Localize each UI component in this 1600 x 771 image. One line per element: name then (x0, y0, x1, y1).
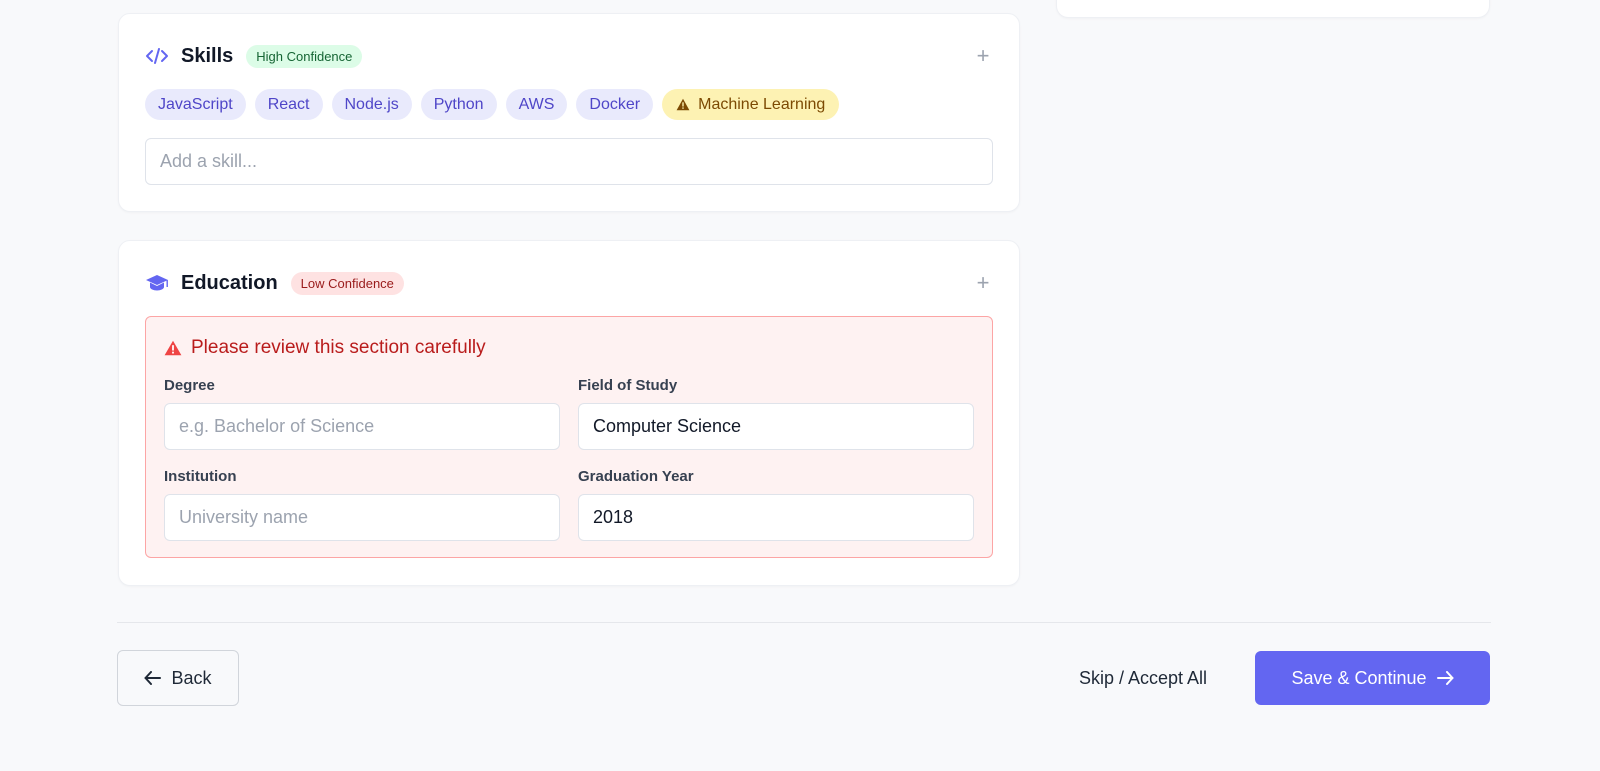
flagged-skill-label: Machine Learning (698, 95, 826, 113)
skill-chip[interactable]: React (254, 89, 323, 120)
add-skill-input[interactable] (145, 138, 993, 185)
footer-divider (117, 622, 1491, 623)
skills-header: Skills High Confidence + (145, 40, 993, 72)
add-skill-icon[interactable]: + (973, 45, 993, 67)
confidence-badge: High Confidence (246, 44, 363, 68)
alert-triangle-icon (164, 340, 182, 356)
confidence-badge: Low Confidence (290, 271, 404, 295)
review-warning: Please review this section carefully (164, 337, 486, 359)
graduation-year-input[interactable] (578, 494, 974, 541)
degree-label: Degree (164, 377, 215, 394)
field-of-study-label: Field of Study (578, 377, 678, 394)
code-icon (145, 44, 169, 68)
skill-chip[interactable]: Node.js (331, 89, 412, 120)
degree-input[interactable] (164, 403, 560, 450)
graduation-cap-icon (145, 271, 169, 295)
flagged-skill-chip[interactable]: Machine Learning (662, 89, 840, 120)
field-of-study-input[interactable] (578, 403, 974, 450)
education-title: Education (181, 271, 278, 294)
skills-section: Skills High Confidence + JavaScript Reac… (118, 13, 1020, 212)
institution-label: Institution (164, 468, 237, 485)
skill-chip-list: JavaScript React Node.js Python AWS Dock… (145, 89, 840, 120)
resume-review-page: Skills High Confidence + JavaScript Reac… (0, 0, 1600, 771)
warning-icon (676, 98, 690, 111)
institution-field: Institution (164, 468, 560, 541)
graduation-year-label: Graduation Year (578, 468, 694, 485)
back-button[interactable]: Back (117, 650, 239, 706)
education-section: Education Low Confidence + Please review… (118, 240, 1020, 586)
side-panel-card (1056, 0, 1490, 18)
arrow-left-icon (144, 671, 162, 685)
skill-chip[interactable]: AWS (505, 89, 568, 120)
skill-chip[interactable]: JavaScript (145, 89, 246, 120)
skills-title: Skills (181, 44, 234, 67)
review-warning-box: Please review this section carefully Deg… (145, 316, 993, 558)
arrow-right-icon (1436, 671, 1454, 685)
skill-chip[interactable]: Docker (576, 89, 654, 120)
field-of-study-field: Field of Study (578, 377, 974, 450)
add-education-icon[interactable]: + (973, 272, 993, 294)
review-warning-text: Please review this section carefully (191, 337, 486, 358)
degree-field: Degree (164, 377, 560, 450)
skill-chip[interactable]: Python (420, 89, 497, 120)
save-continue-button[interactable]: Save & Continue (1255, 651, 1490, 705)
save-label: Save & Continue (1291, 667, 1427, 688)
graduation-year-field: Graduation Year (578, 468, 974, 541)
institution-input[interactable] (164, 494, 560, 541)
back-label: Back (171, 667, 212, 688)
education-header: Education Low Confidence + (145, 267, 993, 299)
skip-accept-all-button[interactable]: Skip / Accept All (1058, 650, 1228, 706)
